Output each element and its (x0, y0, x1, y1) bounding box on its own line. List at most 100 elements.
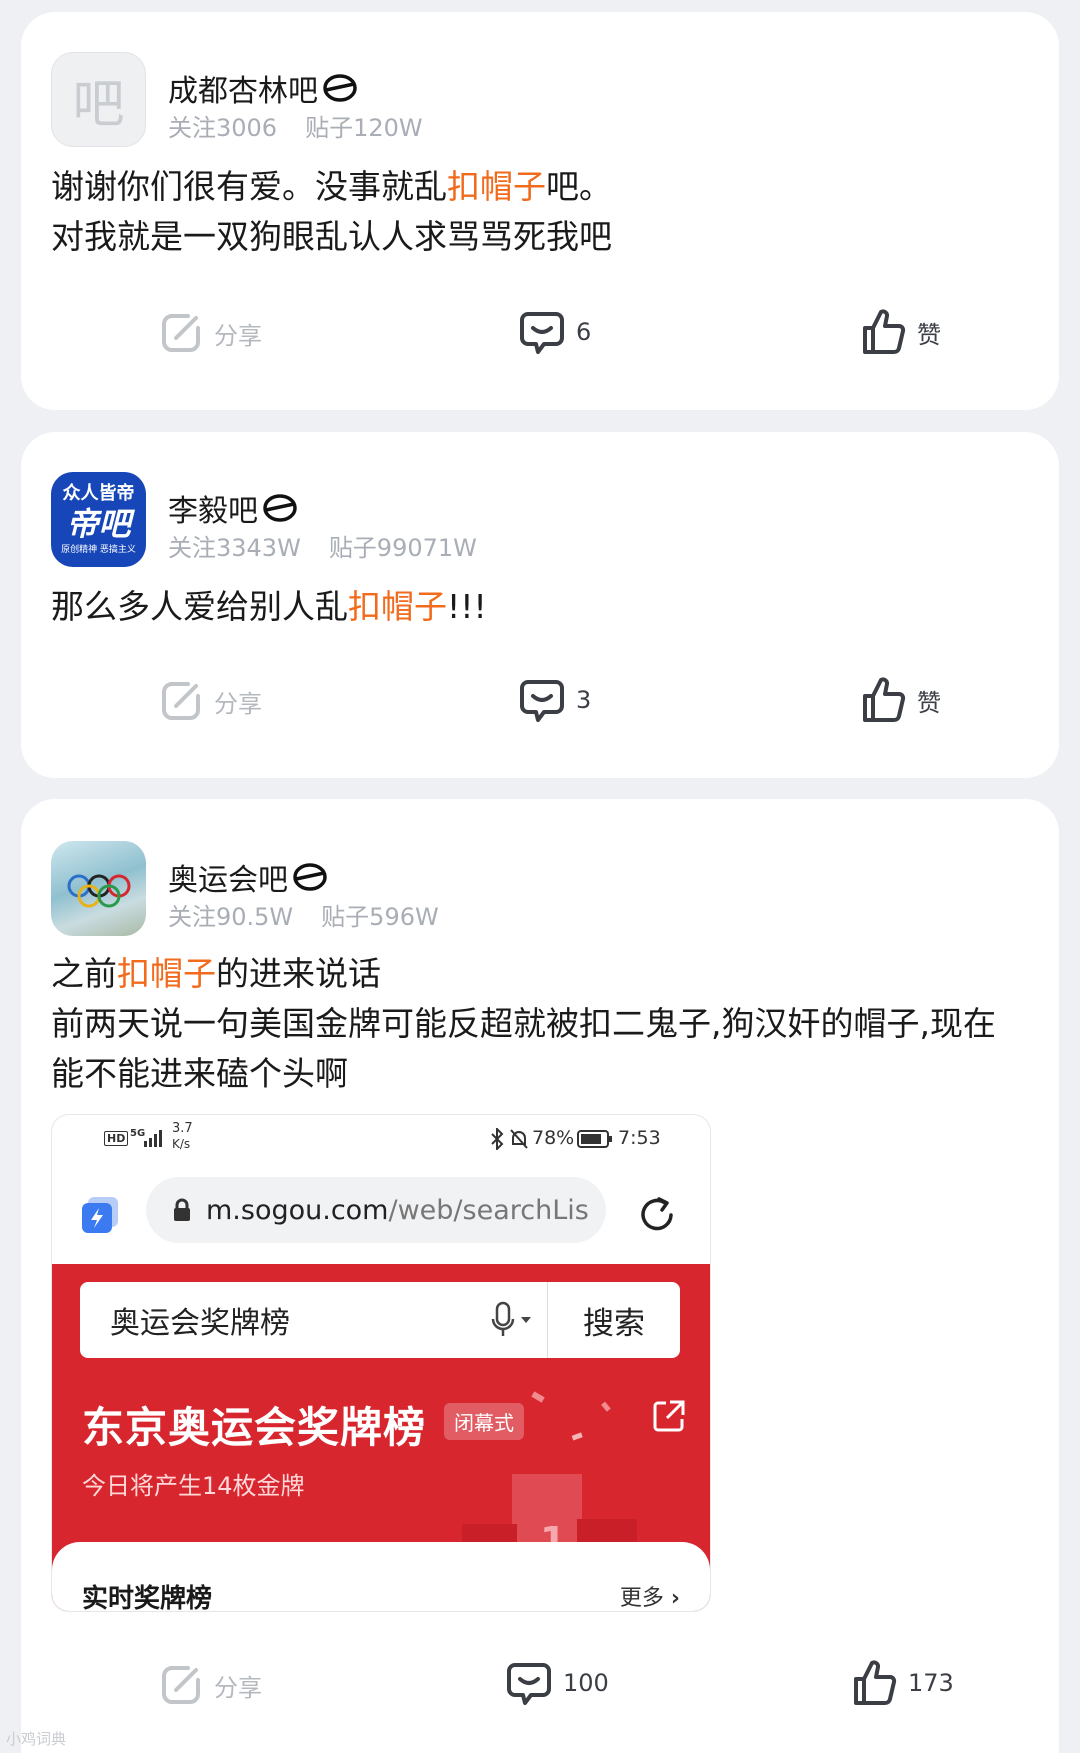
bluetooth-icon (491, 1128, 504, 1150)
forum-post-count: 贴子99071W (328, 534, 477, 562)
forum-badge-icon (263, 494, 297, 522)
post-line: 之前扣帽子的进来说话 (51, 954, 381, 993)
olympic-rings-icon (67, 874, 131, 908)
like-button[interactable]: 173 (850, 1659, 954, 1707)
comment-button[interactable]: 6 (518, 308, 591, 356)
share-label: 分享 (214, 1673, 262, 1702)
post-header: 吧 成都杏林吧 关注3006 贴子120W (51, 52, 951, 152)
share-icon (162, 1666, 200, 1704)
browser-url-bar: m.sogou.com/web/searchLis (52, 1165, 710, 1253)
post-card[interactable]: 众人皆帝 帝吧 原创精神 恶搞主义 李毅吧 关注3343W 贴子99071W 那… (21, 432, 1059, 778)
post-header: 众人皆帝 帝吧 原创精神 恶搞主义 李毅吧 关注3343W 贴子99071W (51, 472, 951, 572)
net-speed: 3.7 (172, 1121, 193, 1136)
post-line: 那么多人爱给别人乱扣帽子!!! (51, 587, 487, 626)
forum-stats: 关注3006 贴子120W (168, 108, 423, 143)
medal-table-title: 实时奖牌榜 (82, 1584, 213, 1612)
like-button[interactable]: 赞 (859, 676, 941, 724)
hd-badge: HD (104, 1131, 129, 1146)
share-icon (162, 682, 200, 720)
forum-name-text: 李毅吧 (168, 494, 258, 529)
search-result-banner: 奥运会奖牌榜 搜索 1 2 3 东京奥运会奖牌榜 闭幕式 今日将产生14枚金牌 (52, 1264, 710, 1612)
forum-badge-icon (323, 74, 357, 102)
comment-count: 6 (576, 318, 592, 346)
forum-name[interactable]: 李毅吧 (168, 486, 298, 530)
forum-follows: 关注3343W (168, 534, 301, 562)
reload-icon[interactable] (635, 1193, 679, 1237)
banner-title: 东京奥运会奖牌榜 (82, 1403, 427, 1452)
battery-percent: 78% (532, 1127, 575, 1149)
share-button[interactable]: 分享 (158, 1662, 262, 1708)
url-field[interactable]: m.sogou.com/web/searchLis (146, 1177, 606, 1243)
share-out-icon[interactable] (652, 1399, 686, 1433)
closing-ceremony-tag[interactable]: 闭幕式 (444, 1403, 524, 1440)
banner-subtitle: 今日将产生14枚金牌 (82, 1472, 305, 1500)
watermark: 小鸡词典 (6, 1730, 67, 1748)
post-card[interactable]: 奥运会吧 关注90.5W 贴子596W 之前扣帽子的进来说话 前两天说一句美国金… (21, 799, 1059, 1753)
phone-status-bar: HD 5G 3.7 K/s 78% 7:53 (52, 1115, 710, 1165)
post-line: 前两天说一句美国金牌可能反超就被扣二鬼子,狗汉奸的帽子,现在 (51, 1004, 996, 1043)
url-path: /web/searchLis (388, 1194, 589, 1226)
lock-icon (174, 1198, 190, 1221)
signal-icon (144, 1130, 162, 1147)
signal-label: 5G (130, 1128, 146, 1139)
thumbs-up-icon (863, 309, 906, 354)
avatar-text: 众人皆帝 (62, 482, 135, 504)
url-host: m.sogou.com (206, 1194, 389, 1226)
post-line: 能不能进来磕个头啊 (51, 1054, 348, 1093)
forum-badge-icon (293, 863, 327, 891)
comment-button[interactable]: 100 (505, 1659, 609, 1707)
avatar-text: 原创精神 恶搞主义 (61, 544, 136, 555)
medal-table-panel: 实时奖牌榜 更多 › (52, 1542, 710, 1612)
share-button[interactable]: 分享 (158, 678, 262, 724)
like-button[interactable]: 赞 (859, 308, 941, 356)
avatar-text: 吧 (72, 75, 125, 135)
flash-app-icon[interactable] (80, 1195, 122, 1235)
forum-post-count: 贴子596W (321, 903, 439, 931)
forum-stats: 关注90.5W 贴子596W (168, 897, 439, 932)
share-icon (162, 314, 200, 352)
post-body: 那么多人爱给别人乱扣帽子!!! (51, 582, 1041, 632)
post-header: 奥运会吧 关注90.5W 贴子596W (51, 841, 951, 941)
forum-name[interactable]: 奥运会吧 (168, 855, 328, 899)
forum-name-text: 奥运会吧 (168, 863, 288, 898)
battery-icon (577, 1130, 612, 1148)
forum-name-text: 成都杏林吧 (168, 74, 318, 109)
forum-avatar[interactable]: 众人皆帝 帝吧 原创精神 恶搞主义 (51, 472, 146, 567)
share-label: 分享 (214, 689, 262, 718)
more-label: 更多 (619, 1586, 664, 1611)
comment-icon (520, 680, 564, 722)
forum-post-count: 贴子120W (305, 114, 423, 142)
like-count: 173 (908, 1669, 954, 1697)
like-label: 赞 (917, 320, 941, 349)
forum-stats: 关注3343W 贴子99071W (168, 528, 477, 563)
clock: 7:53 (618, 1127, 661, 1149)
comment-count: 3 (576, 686, 592, 714)
forum-avatar[interactable]: 吧 (51, 52, 146, 147)
post-line: 对我就是一双狗眼乱认人求骂骂死我吧 (51, 217, 612, 256)
comment-button[interactable]: 3 (518, 676, 591, 724)
post-card[interactable]: 吧 成都杏林吧 关注3006 贴子120W 谢谢你们很有爱。没事就乱扣帽子吧。 … (21, 12, 1059, 410)
forum-follows: 关注90.5W (168, 903, 294, 931)
search-query[interactable]: 奥运会奖牌榜 (80, 1298, 491, 1342)
more-link[interactable]: 更多 › (619, 1580, 680, 1611)
share-button[interactable]: 分享 (158, 310, 262, 356)
chevron-right-icon: › (670, 1586, 680, 1611)
forum-follows: 关注3006 (168, 114, 278, 142)
comment-icon (520, 312, 564, 354)
avatar-text: 帝吧 (66, 504, 131, 543)
forum-avatar[interactable] (51, 841, 146, 936)
post-line: 谢谢你们很有爱。没事就乱扣帽子吧。 (51, 167, 612, 206)
share-label: 分享 (214, 321, 262, 350)
forum-name[interactable]: 成都杏林吧 (168, 66, 358, 110)
thumbs-up-icon (854, 1660, 897, 1705)
microphone-icon[interactable] (491, 1301, 533, 1339)
post-body: 谢谢你们很有爱。没事就乱扣帽子吧。 对我就是一双狗眼乱认人求骂骂死我吧 (51, 162, 1041, 262)
comment-icon (507, 1663, 551, 1705)
search-button[interactable]: 搜索 (548, 1298, 680, 1343)
net-speed-unit: K/s (172, 1137, 191, 1151)
comment-count: 100 (563, 1669, 609, 1697)
search-box[interactable]: 奥运会奖牌榜 搜索 (80, 1282, 680, 1358)
attached-screenshot[interactable]: HD 5G 3.7 K/s 78% 7:53 m.sogou.com/web/s… (51, 1114, 711, 1612)
thumbs-up-icon (863, 677, 906, 722)
post-body: 之前扣帽子的进来说话 前两天说一句美国金牌可能反超就被扣二鬼子,狗汉奸的帽子,现… (51, 949, 1041, 1099)
